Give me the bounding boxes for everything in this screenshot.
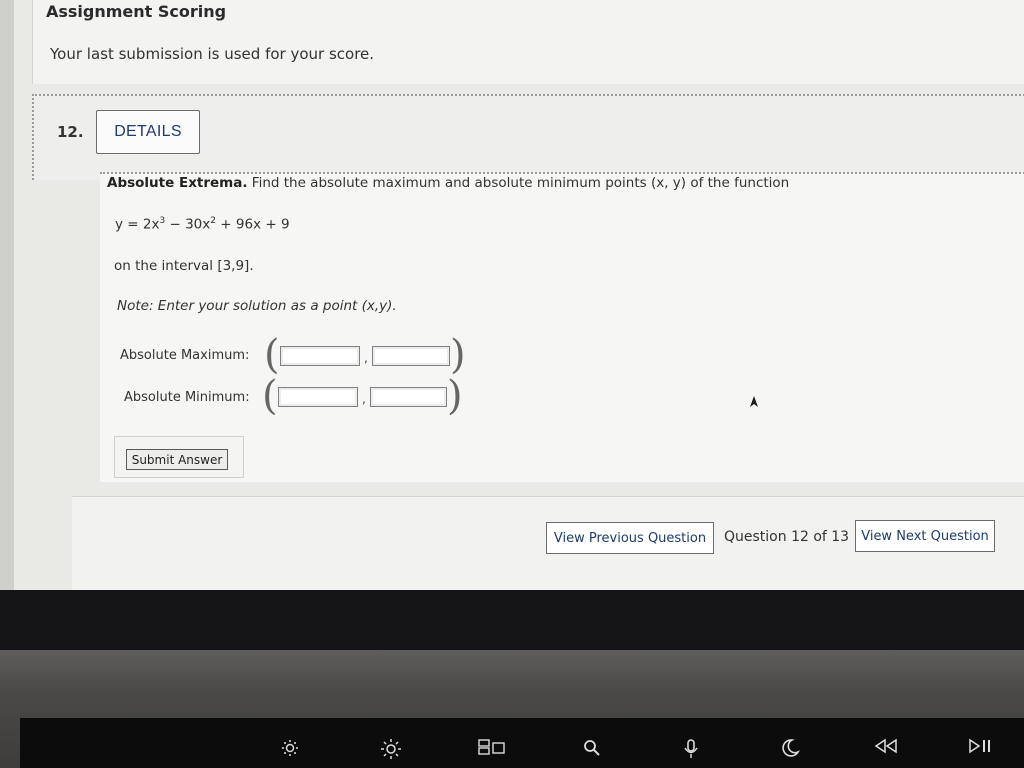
play-pause-icon[interactable] bbox=[968, 738, 994, 758]
max-y-input[interactable] bbox=[372, 346, 450, 366]
brightness-up-icon[interactable] bbox=[380, 738, 402, 764]
max-comma: , bbox=[364, 351, 368, 365]
max-x-input[interactable] bbox=[280, 346, 360, 366]
view-previous-question-button[interactable]: View Previous Question bbox=[546, 522, 714, 554]
browser-screen: Assignment Scoring Your last submission … bbox=[0, 0, 1024, 590]
mouse-cursor-icon bbox=[748, 394, 760, 413]
open-paren-max: ( bbox=[264, 332, 280, 378]
brightness-down-icon[interactable] bbox=[280, 738, 300, 762]
min-comma: , bbox=[362, 392, 366, 406]
scoring-title: Assignment Scoring bbox=[46, 2, 227, 21]
details-button[interactable]: DETAILS bbox=[96, 110, 200, 154]
eq-part-2: − 30x bbox=[165, 216, 211, 233]
dictation-icon[interactable] bbox=[682, 738, 700, 764]
eq-part-1: y = 2x bbox=[115, 216, 160, 233]
close-paren-min: ) bbox=[447, 373, 463, 419]
scoring-text: Your last submission is used for your sc… bbox=[50, 45, 375, 63]
eq-part-3: + 96x + 9 bbox=[216, 216, 290, 233]
problem-prompt: Find the absolute maximum and absolute m… bbox=[251, 175, 790, 191]
spotlight-search-icon[interactable] bbox=[582, 738, 602, 762]
min-y-input[interactable] bbox=[370, 387, 447, 407]
absolute-minimum-label: Absolute Minimum: bbox=[124, 390, 250, 405]
close-paren-max: ) bbox=[450, 332, 466, 378]
open-paren-min: ( bbox=[262, 373, 278, 419]
view-next-question-button[interactable]: View Next Question bbox=[855, 520, 995, 552]
absolute-maximum-label: Absolute Maximum: bbox=[120, 348, 250, 363]
left-edge bbox=[0, 0, 14, 590]
do-not-disturb-icon[interactable] bbox=[780, 738, 801, 762]
problem-statement: Absolute Extrema. Find the absolute maxi… bbox=[107, 175, 789, 191]
function-equation: y = 2x3 − 30x2 + 96x + 9 bbox=[115, 216, 290, 233]
min-x-input[interactable] bbox=[278, 387, 358, 407]
question-position: Question 12 of 13 bbox=[724, 529, 850, 545]
interval-text: on the interval [3,9]. bbox=[114, 258, 254, 274]
rewind-icon[interactable] bbox=[874, 738, 898, 758]
note-text: Note: Enter your solution as a point (x,… bbox=[117, 298, 397, 314]
problem-heading: Absolute Extrema. bbox=[107, 175, 248, 191]
question-number: 12. bbox=[57, 123, 84, 141]
submit-answer-button[interactable]: Submit Answer bbox=[126, 449, 228, 470]
mission-control-icon[interactable] bbox=[478, 738, 506, 760]
